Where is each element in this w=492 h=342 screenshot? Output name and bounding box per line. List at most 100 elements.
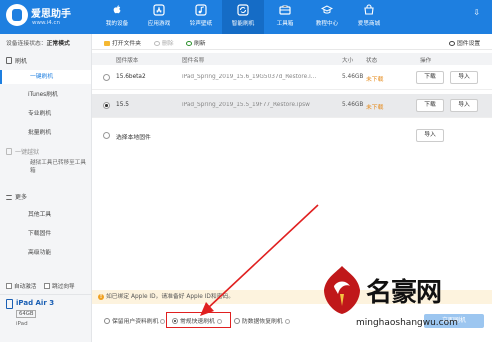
nav-my-device[interactable]: 我的设备 [96, 0, 138, 34]
shop-icon [364, 4, 374, 15]
nav-label: 智能刷机 [231, 21, 255, 27]
sidebar-item-one-click-flash[interactable]: 一键刷机 [0, 70, 91, 84]
table-row[interactable]: 15.6beta2 iPad_Spring_2019_15.6_19G5037d… [92, 66, 492, 90]
window-controls: ⇩ [473, 8, 486, 17]
delete-icon [154, 40, 160, 46]
download-button[interactable]: 下载 [416, 99, 444, 112]
nav-label: 工具箱 [276, 21, 294, 27]
firmware-version: 15.6beta2 [116, 74, 146, 80]
help-icon [160, 318, 166, 324]
phone-icon [6, 57, 12, 64]
refresh-button[interactable]: 刷新 [186, 38, 206, 47]
sidebar-item-other-tools[interactable]: 其他工具 [0, 208, 91, 222]
help-icon [284, 318, 290, 324]
group-label: 刷机 [15, 58, 28, 65]
status-value: 正常模式 [46, 41, 70, 47]
nav-label: 应用游戏 [147, 21, 171, 27]
group-label: 更多 [15, 194, 28, 201]
device-capacity: 64GB [16, 310, 37, 318]
nav-label: 教程中心 [315, 21, 339, 27]
nav-tutorials[interactable]: 教程中心 [306, 0, 348, 34]
sidebar-item-itunes-flash[interactable]: iTunes刷机 [0, 88, 91, 102]
firmware-name: iPad_Spring_2019_15.5_19F77_Restore.ipsw [182, 102, 310, 108]
highlight-box [166, 312, 231, 328]
firmware-radio[interactable] [103, 74, 110, 81]
app-store-icon [153, 4, 165, 16]
toolbox-icon [279, 5, 291, 15]
auto-activate-checkbox[interactable]: 自动激活 [6, 283, 36, 290]
menu-icon [6, 195, 12, 200]
import-button[interactable]: 导入 [450, 99, 478, 112]
watermark-url: minghaoshangwu.com [356, 318, 458, 328]
firmware-version: 15.5 [116, 102, 129, 108]
firmware-status: 未下载 [366, 105, 384, 111]
col-status: 状态 [366, 58, 378, 64]
local-firmware-label: 选择本地固件 [116, 135, 151, 141]
nav-apps[interactable]: 应用游戏 [138, 0, 180, 34]
music-icon [195, 4, 207, 16]
group-label: 一键越狱 [15, 149, 40, 156]
flash-icon [237, 4, 249, 16]
firmware-radio[interactable] [103, 102, 110, 109]
delete-button[interactable]: 删除 [154, 38, 174, 47]
app-url: www.i4.cn [32, 20, 61, 26]
col-version: 固件版本 [116, 58, 139, 64]
sidebar: 设备连接状态：正常模式 刷机 一键刷机 iTunes刷机 专业刷机 批量刷机 一… [0, 34, 92, 342]
skip-guide-checkbox[interactable]: 跳过向导 [44, 283, 75, 290]
sidebar-item-advanced[interactable]: 高级功能 [0, 246, 91, 260]
import-button[interactable]: 导入 [450, 71, 478, 84]
col-size: 大小 [342, 58, 354, 64]
watermark: 名豪网 minghaoshangwu.com [306, 262, 492, 342]
jailbreak-note: 越狱工具已转移至工具箱 [30, 160, 86, 174]
col-action: 操作 [420, 58, 432, 64]
sidebar-checkboxes: 自动激活 跳过向导 [6, 282, 75, 290]
device-panel[interactable]: iPad Air 3 64GB iPad [0, 294, 91, 342]
refresh-icon [186, 40, 192, 46]
nav-ringtones[interactable]: 铃声壁纸 [180, 0, 222, 34]
nav-label: 我的设备 [105, 21, 129, 27]
local-import-button[interactable]: 导入 [416, 129, 444, 142]
nav-shop[interactable]: 爱思商城 [348, 0, 390, 34]
watermark-text: 名豪网 [366, 278, 442, 308]
nav-smart-flash[interactable]: 智能刷机 [222, 0, 264, 34]
gear-icon [449, 40, 455, 46]
local-firmware-radio[interactable] [103, 132, 110, 139]
firmware-status: 未下载 [366, 77, 384, 83]
firmware-toolbar: 打开文件夹 删除 刷新 固件设置 [92, 34, 492, 50]
radio-icon [234, 318, 240, 324]
apple-icon [113, 5, 121, 14]
download-icon[interactable]: ⇩ [473, 8, 486, 17]
folder-icon [104, 40, 110, 46]
group-jailbreak: 一键越狱 [6, 147, 39, 156]
device-name: iPad Air 3 [16, 299, 55, 307]
top-bar: 爱思助手 www.i4.cn 我的设备 应用游戏 铃声壁纸 智能刷机 工具箱 教… [0, 0, 492, 34]
local-firmware-row[interactable]: 选择本地固件 导入 [92, 124, 492, 148]
mode-keep-data[interactable]: 保留用户资料刷机 [104, 316, 166, 325]
group-more: 更多 [6, 192, 27, 201]
connection-status: 设备连接状态：正常模式 [6, 38, 70, 47]
nav-toolbox[interactable]: 工具箱 [264, 0, 306, 34]
sidebar-item-download-firmware[interactable]: 下载固件 [0, 227, 91, 241]
download-button[interactable]: 下载 [416, 71, 444, 84]
col-name: 固件名称 [182, 58, 205, 64]
table-header: 固件版本 固件名称 大小 状态 操作 [92, 53, 492, 65]
sidebar-item-pro-flash[interactable]: 专业刷机 [0, 107, 91, 121]
radio-icon [104, 318, 110, 324]
table-row[interactable]: 15.5 iPad_Spring_2019_15.5_19F77_Restore… [92, 94, 492, 118]
sidebar-item-batch-flash[interactable]: 批量刷机 [0, 126, 91, 140]
app-brand: 爱思助手 [31, 9, 71, 20]
group-flash: 刷机 [6, 56, 27, 65]
firmware-settings-button[interactable]: 固件设置 [449, 38, 480, 47]
device-type: iPad [16, 321, 28, 327]
status-label: 设备连接状态： [6, 41, 47, 47]
firmware-size: 5.46GB [342, 74, 364, 80]
eagle-logo-icon [324, 266, 360, 314]
app-logo-icon [6, 4, 28, 26]
nav-label: 铃声壁纸 [189, 21, 213, 27]
tutorial-icon [321, 5, 333, 14]
mode-anti-recovery[interactable]: 防数据恢复刷机 [234, 316, 290, 325]
lock-icon [6, 148, 12, 155]
firmware-size: 5.46GB [342, 102, 364, 108]
open-folder-button[interactable]: 打开文件夹 [104, 38, 141, 47]
nav-label: 爱思商城 [357, 21, 381, 27]
